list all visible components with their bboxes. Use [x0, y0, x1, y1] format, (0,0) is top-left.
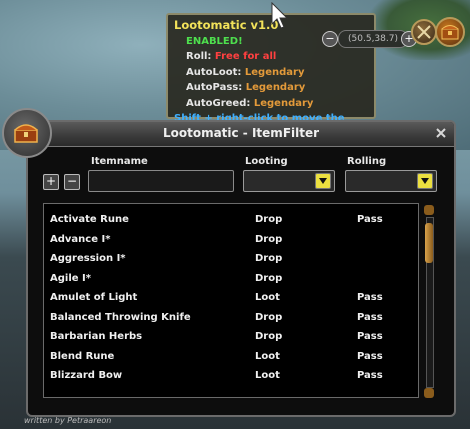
list-item[interactable]: Amulet of Light Loot Pass [44, 289, 418, 309]
rolling-select[interactable] [345, 170, 437, 192]
list-scrollbar[interactable] [423, 203, 435, 400]
item-looting: Loot [255, 370, 280, 381]
minimap-zoom-out-button[interactable]: − [322, 31, 338, 47]
column-header-itemname: Itemname [91, 156, 148, 167]
item-name: Blend Rune [50, 351, 115, 362]
item-looting: Drop [255, 214, 283, 225]
tooltip-autoloot-row: AutoLoot: Legendary [174, 65, 368, 81]
item-rolling: Pass [357, 331, 383, 342]
item-rolling: Pass [357, 370, 383, 381]
roll-label: Roll: [186, 51, 212, 62]
list-item[interactable]: Aggression I* Drop [44, 250, 418, 270]
item-name: Agile I* [50, 273, 91, 284]
autoloot-value: Legendary [244, 66, 305, 78]
item-rolling: Pass [357, 351, 383, 362]
mouse-cursor-icon [271, 2, 288, 29]
item-rolling: Pass [357, 292, 383, 303]
looting-select[interactable] [243, 170, 335, 192]
autopass-label: AutoPass: [186, 82, 243, 93]
list-item[interactable]: Activate Rune Drop Pass [44, 211, 418, 231]
minimap-coordinates: (50.5,38.7) [338, 30, 408, 48]
roll-value: Free for all [214, 51, 277, 62]
window-emblem [2, 108, 52, 158]
autogreed-value: Legendary [253, 97, 314, 109]
author-credit: written by Petraareon [24, 416, 112, 425]
item-filter-list: Activate Rune Drop Pass Advance I* Drop … [43, 203, 419, 398]
scroll-down-button[interactable] [424, 388, 434, 398]
item-name: Barbarian Herbs [50, 331, 143, 342]
item-looting: Drop [255, 331, 283, 342]
add-item-button[interactable]: + [43, 174, 59, 190]
item-rolling: Pass [357, 312, 383, 323]
column-header-rolling: Rolling [347, 156, 387, 167]
chevron-down-icon[interactable] [315, 173, 331, 189]
column-header-looting: Looting [245, 156, 288, 167]
autoloot-label: AutoLoot: [186, 66, 242, 78]
item-looting: Drop [255, 253, 283, 264]
item-looting: Drop [255, 234, 283, 245]
window-title: Lootomatic - ItemFilter [162, 126, 320, 140]
tooltip-autopass-row: AutoPass: Legendary [174, 80, 368, 96]
chest-icon [441, 25, 459, 40]
item-name: Activate Rune [50, 214, 129, 225]
lootomatic-chest-button[interactable] [435, 17, 465, 47]
list-item[interactable]: Balanced Throwing Knife Drop Pass [44, 309, 418, 329]
item-name: Aggression I* [50, 253, 126, 264]
window-titlebar[interactable]: Lootomatic - ItemFilter [28, 122, 454, 147]
scroll-thumb[interactable] [425, 223, 433, 263]
chevron-down-icon[interactable] [417, 173, 433, 189]
item-looting: Loot [255, 292, 280, 303]
list-item[interactable]: Advance I* Drop [44, 231, 418, 251]
treasure-chest-icon [14, 124, 38, 143]
list-item[interactable]: Blizzard Bow Loot Pass [44, 367, 418, 387]
remove-item-button[interactable]: − [64, 174, 80, 190]
autopass-value: Legendary [245, 82, 306, 93]
list-item[interactable]: Barbarian Herbs Drop Pass [44, 328, 418, 348]
item-name: Blizzard Bow [50, 370, 123, 381]
close-icon[interactable] [434, 126, 448, 140]
item-name: Amulet of Light [50, 292, 138, 303]
item-name: Advance I* [50, 234, 111, 245]
tooltip-roll-row: Roll: Free for all [174, 49, 368, 65]
tooltip-autogreed-row: AutoGreed: Legendary [174, 96, 368, 112]
item-rolling: Pass [357, 214, 383, 225]
autogreed-label: AutoGreed: [186, 97, 251, 109]
item-looting: Loot [255, 351, 280, 362]
scroll-up-button[interactable] [424, 205, 434, 215]
item-name: Balanced Throwing Knife [50, 312, 191, 323]
itemname-input[interactable] [88, 170, 234, 192]
list-item[interactable]: Agile I* Drop [44, 270, 418, 290]
item-looting: Drop [255, 312, 283, 323]
list-item[interactable]: Blend Rune Loot Pass [44, 348, 418, 368]
crossed-swords-icon[interactable] [411, 19, 437, 45]
swords-glyph-icon [417, 25, 431, 39]
item-looting: Drop [255, 273, 283, 284]
